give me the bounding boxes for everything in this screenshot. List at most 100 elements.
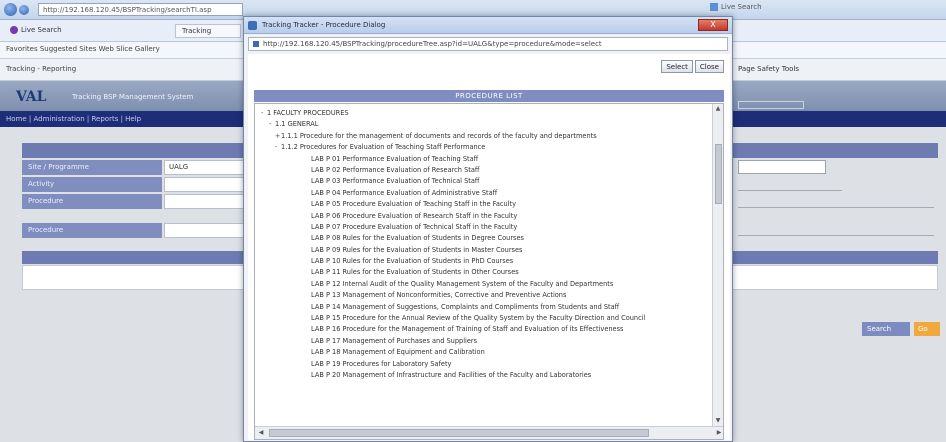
form-value[interactable] [164,194,248,209]
tree-item-label: LAB P 18 Management of Equipment and Cal… [311,348,485,357]
tree-item[interactable]: LAB P 09 Rules for the Evaluation of Stu… [259,245,709,256]
search-button[interactable]: Search [862,322,910,336]
tree-item[interactable]: LAB P 02 Performance Evaluation of Resea… [259,165,709,176]
select-button[interactable]: Select [661,60,693,73]
tree-item[interactable]: LAB P 03 Performance Evaluation of Techn… [259,176,709,187]
tree-item-label: LAB P 02 Performance Evaluation of Resea… [311,165,480,174]
tree-item-label: LAB P 15 Procedure for the Annual Review… [311,314,646,323]
tree-item-label: 1.1.1 Procedure for the management of do… [281,131,597,140]
tree-item[interactable]: LAB P 11 Rules for the Evaluation of Stu… [259,267,709,278]
scroll-thumb[interactable] [715,144,722,204]
tree-item-label: LAB P 12 Internal Audit of the Quality M… [311,279,614,288]
app-subtitle: Tracking BSP Management System [72,93,194,101]
search-box-label: Live Search [721,3,762,11]
nav-buttons[interactable] [4,3,32,17]
vertical-scrollbar[interactable]: ▲ ▼ [712,104,723,426]
right-underline [738,190,842,191]
tree-item-label: 1.1 GENERAL [275,120,319,129]
tree-item[interactable]: LAB P 01 Performance Evaluation of Teach… [259,154,709,165]
tree-item[interactable]: LAB P 20 Management of Infrastructure an… [259,370,709,381]
command-menu[interactable]: Page Safety Tools [738,65,799,73]
horizontal-scrollbar[interactable]: ◀ ▶ [255,426,723,439]
procedure-tree-box: -1 FACULTY PROCEDURES -1.1 GENERAL +1.1.1 … [254,103,724,440]
form-label: Procedure [22,194,162,209]
tree-item-label: LAB P 14 Management of Suggestions, Comp… [311,302,620,311]
tree-item[interactable]: LAB P 13 Management of Nonconformities, … [259,290,709,301]
scroll-up-icon[interactable]: ▲ [713,104,723,114]
tree-item[interactable]: LAB P 12 Internal Audit of the Quality M… [259,279,709,290]
scroll-down-icon[interactable]: ▼ [713,416,723,426]
window-icon [248,21,257,30]
search-box[interactable]: Live Search [710,3,940,16]
tree-item[interactable]: LAB P 16 Procedure for the Management of… [259,324,709,335]
tree-item-label: LAB P 08 Rules for the Evaluation of Stu… [311,234,524,243]
scroll-left-icon[interactable]: ◀ [255,427,267,439]
tree-item-label: 1.1.2 Procedures for Evaluation of Teach… [281,143,486,152]
header-widget[interactable] [738,101,804,109]
forward-arrow-icon[interactable] [19,5,29,15]
tree-item-label: LAB P 09 Rules for the Evaluation of Stu… [311,245,523,254]
live-search-icon [710,3,718,11]
close-dialog-button[interactable]: Close [694,60,724,73]
tree-item-label: LAB P 04 Performance Evaluation of Admin… [311,188,498,197]
tree-item-label: LAB P 03 Performance Evaluation of Techn… [311,177,480,186]
tree-item[interactable]: -1.1.2 Procedures for Evaluation of Teac… [259,142,709,153]
tab-label: Live Search [21,26,62,34]
tree-item[interactable]: LAB P 15 Procedure for the Annual Review… [259,313,709,324]
tab-tracking[interactable]: Tracking [175,24,241,38]
form-row: Site / Programme UALG [22,160,248,175]
tree-item[interactable]: +1.1.1 Procedure for the management of d… [259,131,709,142]
tree-item[interactable]: LAB P 07 Procedure Evaluation of Technic… [259,222,709,233]
tree-item[interactable]: LAB P 10 Rules for the Evaluation of Stu… [259,256,709,267]
form-value[interactable] [164,223,248,238]
form-value[interactable]: UALG [164,160,248,175]
form-value[interactable] [164,177,248,192]
app-logo: VAL [16,89,47,105]
dialog-buttons: Select Close [659,60,724,73]
tree-item-label: LAB P 11 Rules for the Evaluation of Stu… [311,268,519,277]
close-button[interactable]: X [698,19,728,31]
right-underline [738,207,934,208]
address-input[interactable]: http://192.168.120.45/BSPTracking/search… [38,3,243,16]
form-row: Procedure [22,223,248,238]
scroll-thumb[interactable] [269,429,649,437]
form-row: Procedure [22,194,248,209]
tree-item[interactable]: LAB P 05 Procedure Evaluation of Teachin… [259,199,709,210]
favorites-links[interactable]: Favorites Suggested Sites Web Slice Gall… [6,45,160,53]
tree-item[interactable]: LAB P 04 Performance Evaluation of Admin… [259,188,709,199]
dialog-title: Tracking Tracker - Procedure Dialog [262,21,386,29]
tree-item[interactable]: LAB P 17 Management of Purchases and Sup… [259,336,709,347]
form-label: Site / Programme [22,160,162,175]
right-underline [738,235,934,236]
tree-item[interactable]: LAB P 19 Procedures for Laboratory Safet… [259,359,709,370]
tree-item-label: LAB P 20 Management of Infrastructure an… [311,370,592,379]
dialog-title-bar[interactable]: Tracking Tracker - Procedure Dialog X [244,17,732,34]
right-input-box[interactable] [738,160,826,174]
back-arrow-icon[interactable] [4,3,17,16]
form-label: Activity [22,177,162,192]
dialog-address-bar[interactable]: http://192.168.120.45/BSPTracking/proced… [248,37,728,51]
tree-item[interactable]: -1 FACULTY PROCEDURES [259,108,709,119]
tree-item-label: LAB P 07 Procedure Evaluation of Technic… [311,222,518,231]
tree-item-label: LAB P 06 Procedure Evaluation of Researc… [311,211,518,220]
tree-item-label: LAB P 17 Management of Purchases and Sup… [311,336,478,345]
app-nav-links[interactable]: Home | Administration | Reports | Help [6,115,141,123]
tree-item-label: LAB P 19 Procedures for Laboratory Safet… [311,359,452,368]
scroll-right-icon[interactable]: ▶ [713,427,723,439]
form-row: Activity [22,177,248,192]
tree-item-label: LAB P 01 Performance Evaluation of Teach… [311,154,479,163]
tree-item[interactable]: LAB P 06 Procedure Evaluation of Researc… [259,211,709,222]
page-tab-title[interactable]: Tracking - Reporting [6,65,76,73]
procedure-dialog: Tracking Tracker - Procedure Dialog X ht… [243,16,733,442]
page-icon [253,41,259,47]
go-button[interactable]: Go [914,322,940,336]
tree-item[interactable]: LAB P 14 Management of Suggestions, Comp… [259,302,709,313]
tree-item-label: LAB P 16 Procedure for the Management of… [311,325,624,334]
tree-item-label: LAB P 05 Procedure Evaluation of Teachin… [311,200,517,209]
tab-live[interactable]: Live Search [4,24,64,38]
tree-item[interactable]: -1.1 GENERAL [259,119,709,130]
tree-item[interactable]: LAB P 18 Management of Equipment and Cal… [259,347,709,358]
tree-item[interactable]: LAB P 08 Rules for the Evaluation of Stu… [259,233,709,244]
tree-item-label: LAB P 13 Management of Nonconformities, … [311,291,567,300]
dialog-url: http://192.168.120.45/BSPTracking/proced… [263,40,602,48]
